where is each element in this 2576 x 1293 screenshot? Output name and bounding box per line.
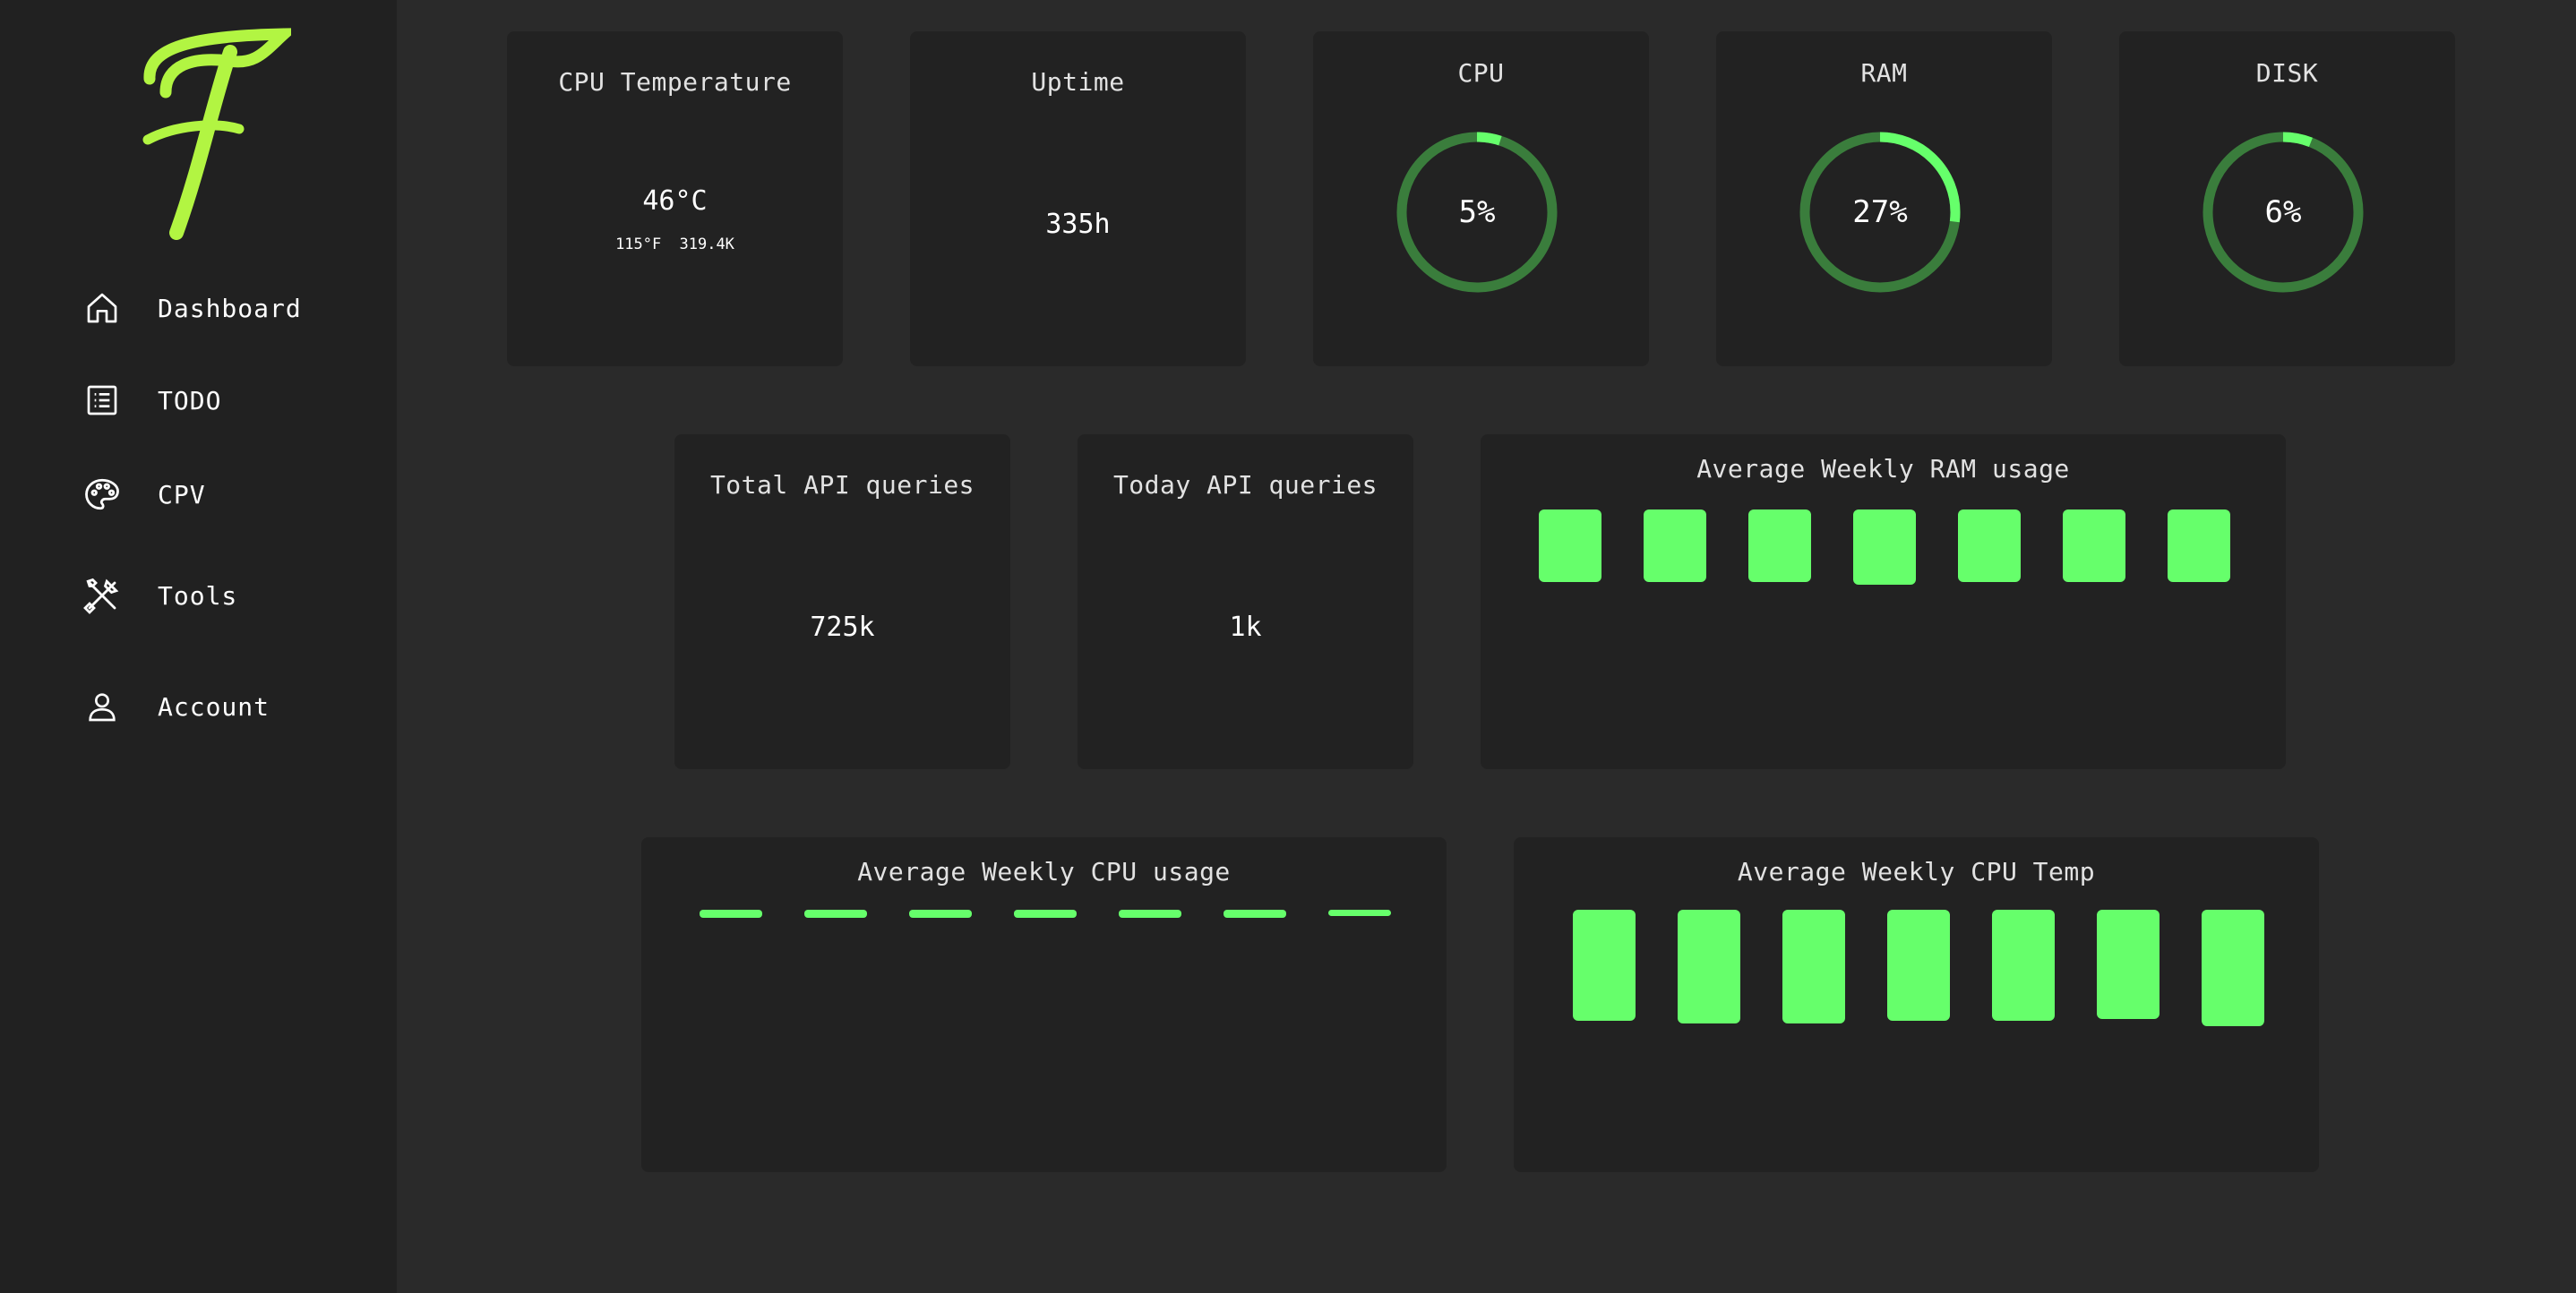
ram-weekly-bars [1481, 434, 2286, 769]
chart-bar [1853, 509, 1916, 585]
card-title: DISK [2255, 58, 2319, 88]
ram-gauge-card: RAM 27% [1716, 31, 2052, 366]
user-icon [81, 685, 124, 728]
chart-bar [1782, 910, 1845, 1023]
cpu-temperature-fahrenheit: 115°F [615, 235, 662, 253]
chart-bar [2063, 509, 2125, 582]
uptime-value: 335h [1045, 209, 1111, 240]
tools-icon [81, 574, 124, 617]
card-title: CPU Temperature [558, 67, 792, 97]
chart-bar [1224, 910, 1286, 918]
chart-bar [804, 910, 867, 918]
chart-bar [1644, 509, 1706, 582]
chart-bar [2168, 509, 2230, 582]
logo [142, 28, 291, 240]
sidebar-item-label: Account [158, 691, 270, 722]
sidebar-item-dashboard[interactable]: Dashboard [81, 281, 367, 335]
sidebar-item-tools[interactable]: Tools [81, 569, 367, 622]
temp-weekly-chart-card: Average Weekly CPU Temp [1514, 837, 2319, 1172]
chart-bar [1748, 509, 1811, 582]
cpu-gauge-card: CPU 5% [1313, 31, 1649, 366]
sidebar-item-label: CPV [158, 479, 206, 509]
cpu-weekly-bars [641, 837, 1447, 1172]
chart-bar [1119, 910, 1181, 918]
sidebar-item-label: Tools [158, 580, 238, 611]
cpu-temperature-secondary: 115°F 319.4K [507, 235, 843, 253]
chart-bar [700, 910, 762, 918]
chart-bar [1014, 910, 1077, 918]
uptime-card: Uptime 335h [910, 31, 1246, 366]
home-icon [81, 287, 124, 330]
chart-bar [909, 910, 972, 918]
chart-bar [2202, 910, 2264, 1026]
card-title: Total API queries [709, 470, 975, 500]
cpu-temperature-kelvin: 319.4K [679, 235, 734, 253]
chart-bar [1958, 509, 2021, 582]
sidebar-item-cpv[interactable]: CPV [81, 467, 367, 521]
chart-bar [1887, 910, 1950, 1022]
chart-bar [1328, 910, 1391, 917]
cpu-gauge-value: 5% [1458, 194, 1496, 230]
total-api-queries-card: Total API queries 725k [674, 434, 1010, 769]
palette-icon [81, 473, 124, 516]
cpu-temperature-value: 46°C [642, 185, 708, 217]
total-api-queries-value: 725k [810, 612, 875, 643]
chart-bar [1992, 910, 2055, 1022]
card-title: Today API queries [1112, 470, 1378, 500]
cpu-weekly-chart-card: Average Weekly CPU usage [641, 837, 1447, 1172]
ram-weekly-chart-card: Average Weekly RAM usage [1481, 434, 2286, 769]
chart-bar [1539, 509, 1601, 582]
temp-weekly-bars [1514, 837, 2319, 1172]
chart-bar [1678, 910, 1740, 1023]
ram-gauge-value: 27% [1852, 194, 1908, 230]
chart-bar [2097, 910, 2160, 1019]
card-title: CPU [1457, 58, 1505, 88]
list-icon [81, 379, 124, 422]
chart-bar [1573, 910, 1636, 1022]
today-api-queries-value: 1k [1229, 612, 1262, 643]
sidebar: Dashboard TODO CPV Tools Account [0, 0, 397, 1293]
today-api-queries-card: Today API queries 1k [1078, 434, 1413, 769]
disk-gauge-value: 6% [2264, 194, 2302, 230]
sidebar-item-label: TODO [158, 385, 222, 415]
cpu-temperature-card: CPU Temperature 46°C 115°F 319.4K [507, 31, 843, 366]
sidebar-item-todo[interactable]: TODO [81, 373, 367, 427]
card-title: RAM [1860, 58, 1908, 88]
sidebar-item-account[interactable]: Account [81, 680, 367, 733]
card-title: Uptime [1031, 67, 1125, 97]
disk-gauge-card: DISK 6% [2119, 31, 2455, 366]
sidebar-item-label: Dashboard [158, 293, 302, 323]
